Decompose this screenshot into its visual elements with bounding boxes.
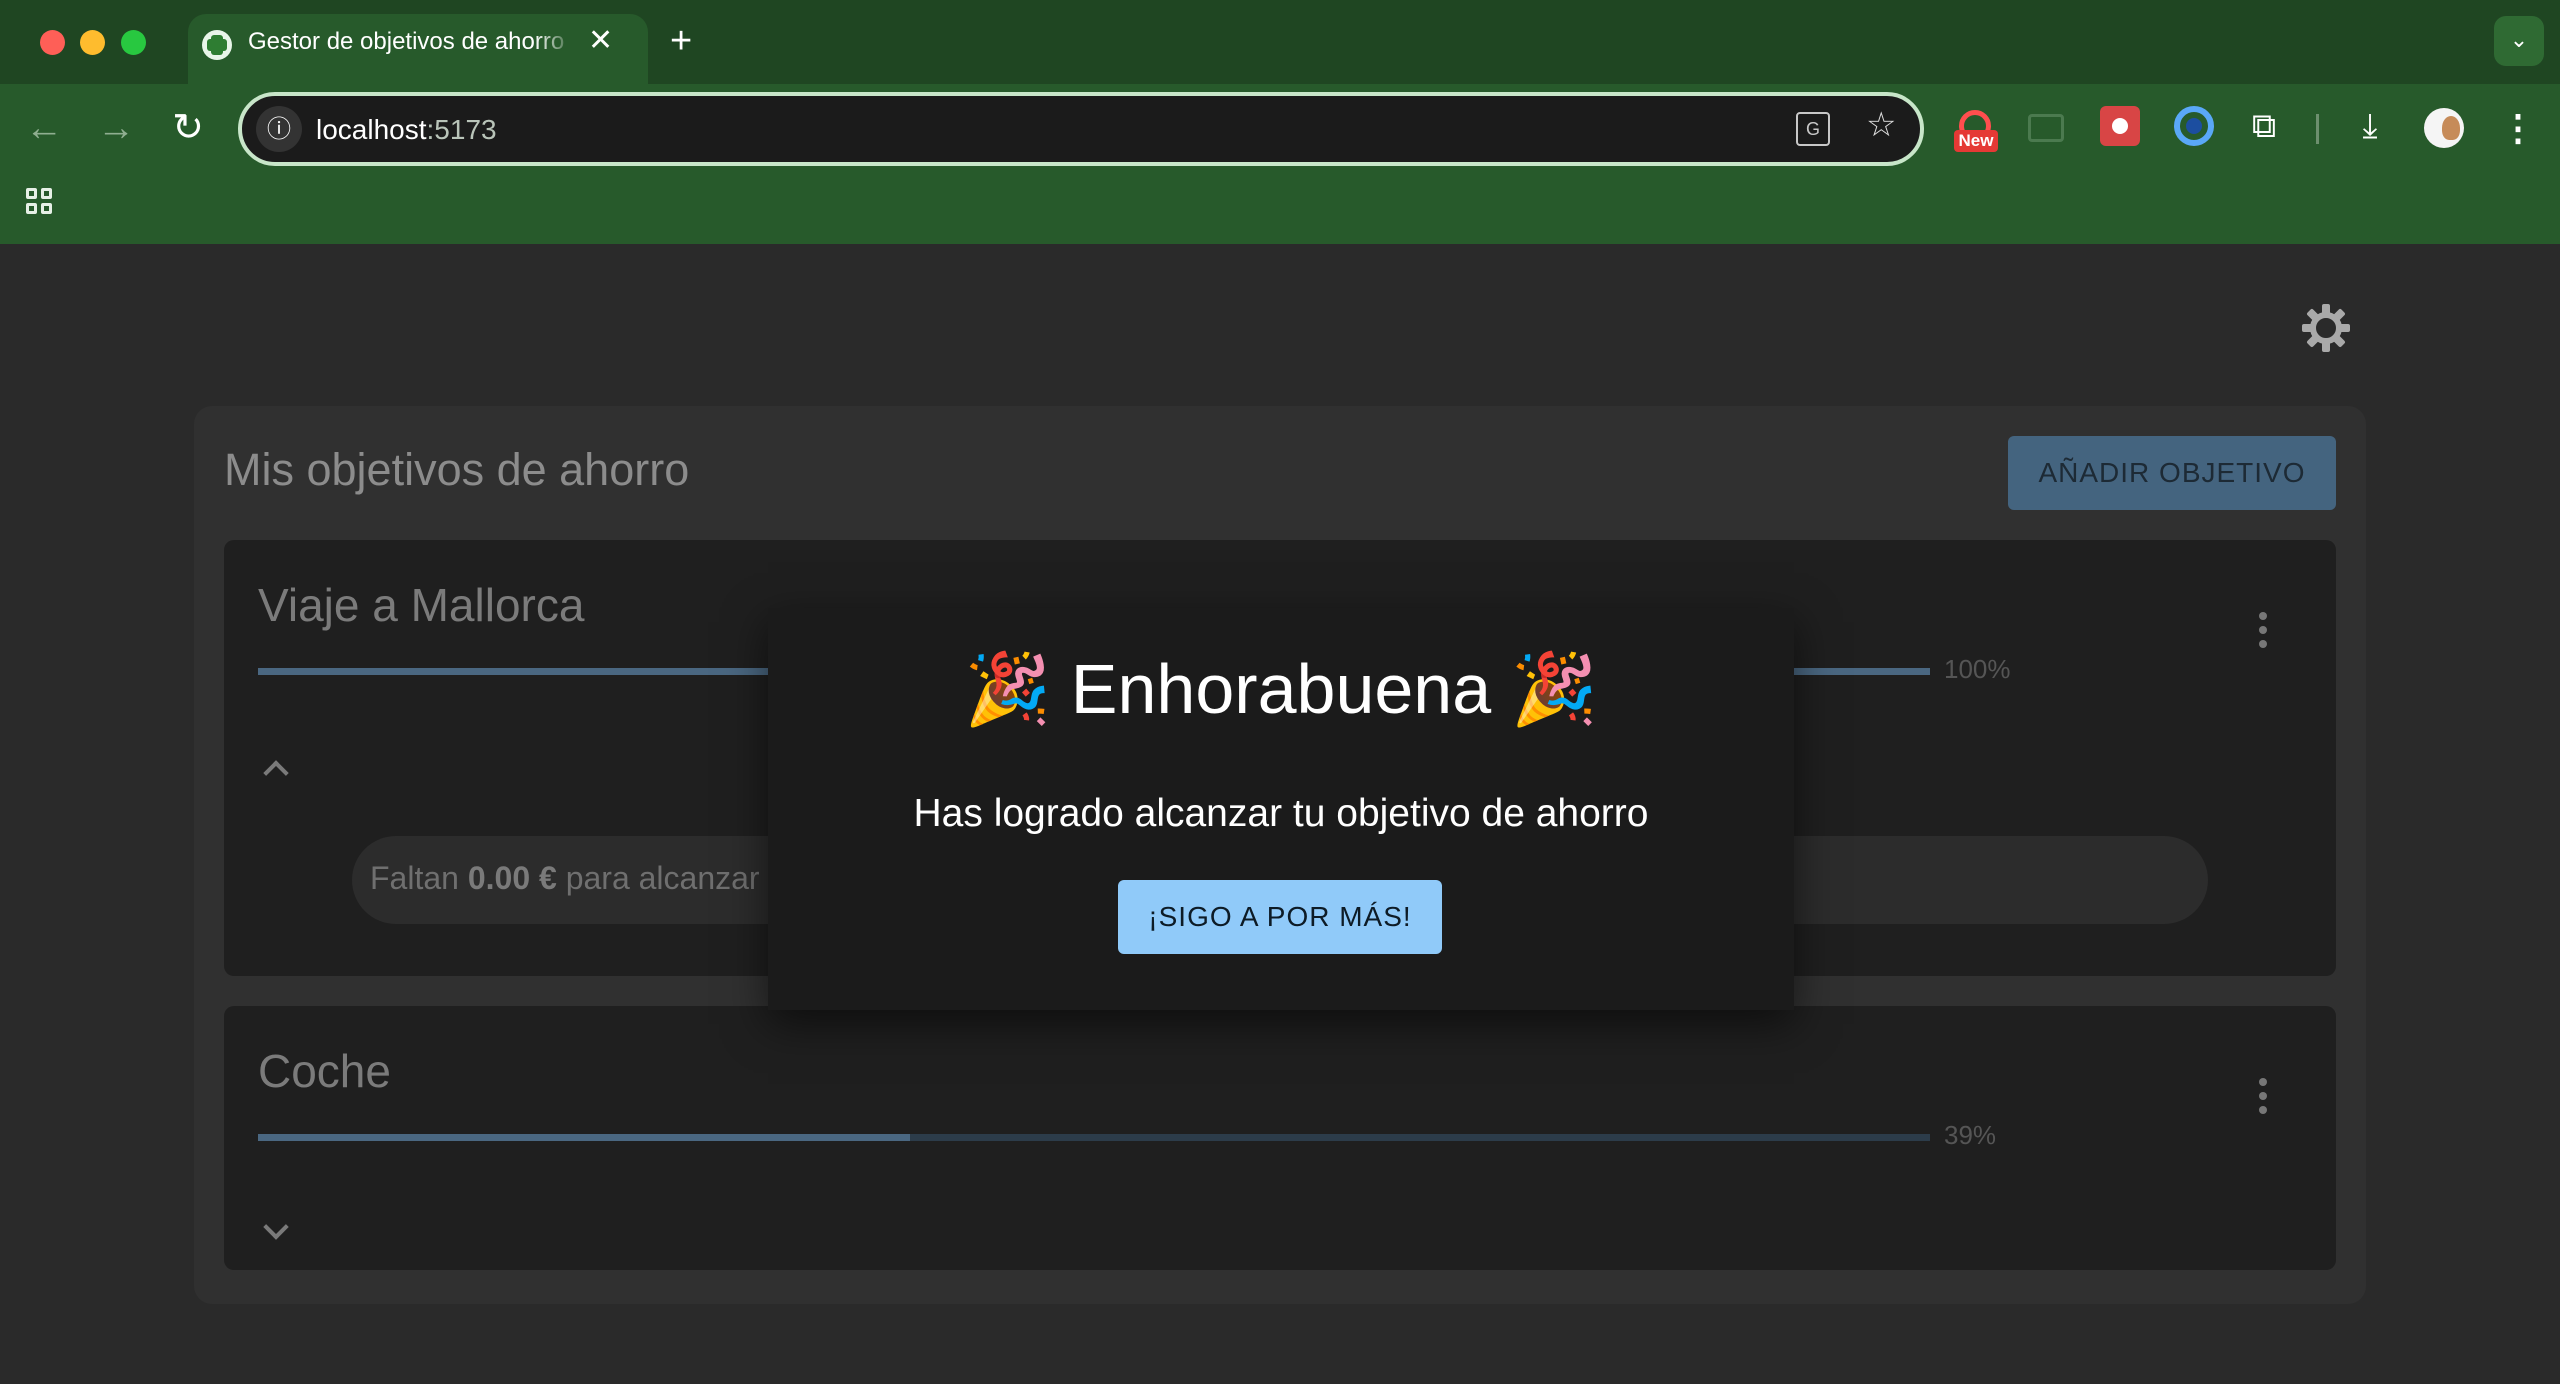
star-icon[interactable]: ☆	[1866, 108, 1896, 142]
dialog-title-text: Enhorabuena	[1070, 650, 1492, 728]
site-info-icon[interactable]: ⓘ	[256, 106, 302, 152]
extension-red-icon[interactable]	[2100, 106, 2140, 146]
forward-arrow-icon[interactable]: →	[92, 104, 140, 152]
browser-tab[interactable]: Gestor de objetivos de ahorro ✕	[188, 14, 648, 84]
goal-progress-bar	[258, 1134, 1930, 1141]
chevron-down-icon[interactable]	[262, 1216, 290, 1244]
goal-name: Coche	[258, 1045, 391, 1097]
tab-close-icon[interactable]: ✕	[588, 26, 613, 56]
page-title: Mis objetivos de ahorro	[224, 444, 690, 495]
new-tab-button[interactable]: +	[670, 22, 692, 60]
back-arrow-icon[interactable]: ←	[20, 104, 68, 152]
apps-icon[interactable]	[26, 188, 54, 216]
tab-title: Gestor de objetivos de ahorro	[248, 28, 565, 55]
goal-progress-label: 100%	[1944, 654, 2011, 684]
browser-chrome: Gestor de objetivos de ahorro ✕ + ⌄ ← → …	[0, 0, 2560, 244]
congratulations-dialog: 🎉 Enhorabuena 🎉 Has logrado alcanzar tu …	[768, 608, 1794, 1010]
reload-icon[interactable]: ↻	[164, 104, 212, 152]
remaining-amount: 0.00 €	[467, 860, 557, 896]
goal-card: Coche 39%	[224, 1006, 2336, 1270]
toolbar-divider	[2316, 114, 2319, 144]
more-options-icon[interactable]	[2242, 1076, 2282, 1116]
extension-new-badge: New	[1954, 130, 1998, 152]
goal-progress-fill	[258, 1134, 911, 1141]
window-minimize-button[interactable]	[80, 30, 105, 55]
page-viewport: Mis objetivos de ahorro AÑADIR OBJETIVO …	[0, 244, 2560, 1384]
chevron-up-icon[interactable]	[262, 754, 290, 782]
profile-avatar[interactable]	[2424, 108, 2464, 148]
download-icon[interactable]: ⤓	[2350, 106, 2390, 146]
continue-button[interactable]: ¡SIGO A POR MÁS!	[1118, 880, 1442, 954]
goal-name: Viaje a Mallorca	[258, 579, 585, 631]
party-popper-icon: 🎉	[964, 648, 1052, 730]
translate-icon[interactable]: G	[1796, 112, 1830, 146]
extension-circle-icon[interactable]	[2174, 106, 2214, 146]
remaining-prefix: Faltan	[370, 860, 459, 896]
window-maximize-button[interactable]	[121, 30, 146, 55]
more-options-icon[interactable]	[2242, 610, 2282, 650]
extension-frame-icon[interactable]	[2028, 114, 2064, 142]
party-popper-icon: 🎉	[1510, 648, 1598, 730]
dialog-title: 🎉 Enhorabuena 🎉	[768, 648, 1794, 731]
tab-search-chevron-icon[interactable]: ⌄	[2494, 16, 2544, 66]
address-bar[interactable]: ⓘ localhost:5173 G ☆	[238, 92, 1924, 166]
url-host: localhost	[316, 114, 427, 145]
tab-strip: Gestor de objetivos de ahorro ✕ + ⌄	[0, 0, 2560, 84]
extension-new-icon[interactable]: New	[1954, 110, 1998, 154]
menu-icon[interactable]: ⋮	[2500, 104, 2536, 152]
url-text[interactable]: localhost:5173	[316, 114, 497, 146]
dialog-message: Has logrado alcanzar tu objetivo de ahor…	[913, 792, 1649, 835]
extensions-puzzle-icon[interactable]: ⧉	[2244, 106, 2284, 146]
goal-progress-label: 39%	[1944, 1120, 1997, 1150]
url-port: :5173	[426, 114, 497, 145]
window-close-button[interactable]	[40, 30, 65, 55]
tab-favicon-icon	[202, 30, 232, 60]
add-goal-button[interactable]: AÑADIR OBJETIVO	[2008, 436, 2336, 510]
brightness-icon[interactable]	[2302, 304, 2350, 352]
